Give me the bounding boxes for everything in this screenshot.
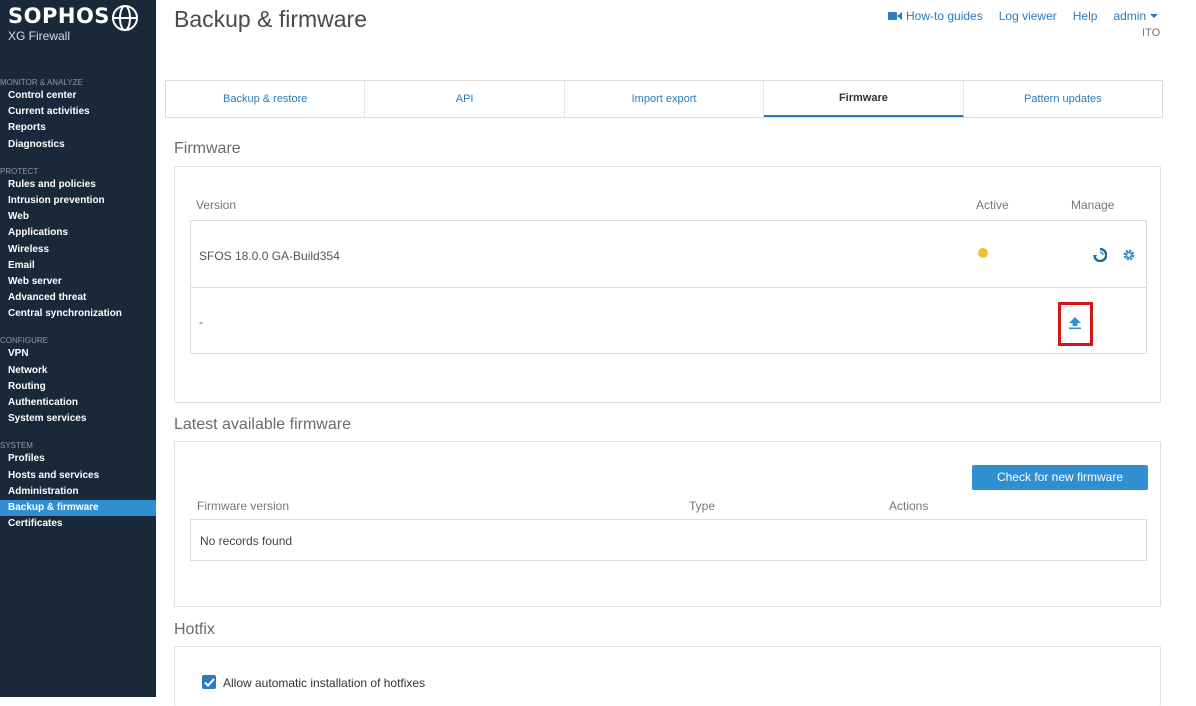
sidebar-item-advanced-threat[interactable]: Advanced threat: [0, 290, 156, 306]
sidebar-item-profiles[interactable]: Profiles: [0, 451, 156, 467]
hotfix-card: Allow automatic installation of hotfixes: [174, 646, 1161, 706]
firmware-table: SFOS 18.0.0 GA-Build354 -: [190, 220, 1147, 354]
col-manage: Manage: [1071, 198, 1115, 212]
tab-api[interactable]: API: [365, 81, 565, 117]
col-firmware-version: Firmware version: [197, 499, 290, 513]
col-actions: Actions: [889, 499, 929, 513]
sidebar-item-network[interactable]: Network: [0, 363, 156, 379]
latest-firmware-section-title: Latest available firmware: [174, 416, 351, 433]
upload-firmware-button[interactable]: [1066, 313, 1084, 333]
checkmark-icon: [203, 677, 215, 687]
sidebar-item-intrusion-prevention[interactable]: Intrusion prevention: [0, 193, 156, 209]
sidebar-item-central-synchronization[interactable]: Central synchronization: [0, 306, 156, 322]
firmware-settings-button[interactable]: [1120, 246, 1138, 264]
check-new-firmware-button[interactable]: Check for new firmware: [972, 465, 1148, 490]
nav-section-monitor: MONITOR & ANALYZE: [0, 78, 83, 87]
sidebar-item-rules-and-policies[interactable]: Rules and policies: [0, 177, 156, 193]
col-active: Active: [976, 198, 1009, 212]
sidebar-item-control-center[interactable]: Control center: [0, 88, 156, 104]
product-name: XG Firewall: [8, 29, 71, 43]
sidebar-item-system-services[interactable]: System services: [0, 411, 156, 427]
tab-firmware[interactable]: Firmware: [764, 81, 964, 117]
col-type: Type: [689, 499, 716, 513]
sidebar-item-web[interactable]: Web: [0, 209, 156, 225]
col-version: Version: [196, 198, 237, 212]
sidebar-item-email[interactable]: Email: [0, 258, 156, 274]
user-device-label: ITO: [1142, 27, 1161, 39]
sidebar-item-backup-firmware[interactable]: Backup & firmware: [0, 499, 156, 517]
sidebar: SOPHOS XG Firewall MONITOR & ANALYZE Con…: [0, 0, 156, 697]
sidebar-item-authentication[interactable]: Authentication: [0, 395, 156, 411]
globe-icon: [112, 5, 138, 31]
sidebar-item-hosts-and-services[interactable]: Hosts and services: [0, 468, 156, 484]
brand-name: SOPHOS: [8, 4, 110, 28]
empty-records-message: No records found: [200, 534, 293, 548]
reboot-firmware-button[interactable]: [1091, 246, 1109, 264]
auto-hotfix-label: Allow automatic installation of hotfixes: [223, 676, 426, 690]
gear-icon: [1123, 249, 1135, 261]
sidebar-item-web-server[interactable]: Web server: [0, 274, 156, 290]
table-row: SFOS 18.0.0 GA-Build354: [191, 221, 1146, 288]
tab-backup-restore[interactable]: Backup & restore: [166, 81, 366, 117]
logo: SOPHOS XG Firewall: [8, 4, 110, 43]
user-menu[interactable]: admin: [1113, 9, 1159, 23]
sidebar-nav: MONITOR & ANALYZE Control center Current…: [0, 78, 156, 532]
table-row: -: [191, 288, 1146, 354]
page-title: Backup & firmware: [174, 6, 368, 32]
firmware-version-cell: SFOS 18.0.0 GA-Build354: [199, 249, 340, 263]
log-viewer-link[interactable]: Log viewer: [999, 9, 1057, 23]
upload-icon: [1069, 317, 1081, 330]
nav-section-protect: PROTECT: [0, 166, 39, 176]
howto-guides-link[interactable]: How-to guides: [888, 9, 983, 23]
hotfix-section-title: Hotfix: [174, 621, 215, 638]
firmware-section-title: Firmware: [174, 140, 241, 157]
firmware-card: Version Active Manage SFOS 18.0.0 GA-Bui…: [174, 166, 1161, 403]
reboot-icon: [1093, 248, 1107, 262]
sidebar-item-reports[interactable]: Reports: [0, 120, 156, 136]
sidebar-item-vpn[interactable]: VPN: [0, 346, 156, 362]
sidebar-item-current-activities[interactable]: Current activities: [0, 104, 156, 120]
auto-hotfix-checkbox[interactable]: [202, 675, 216, 689]
sidebar-item-certificates[interactable]: Certificates: [0, 516, 156, 532]
sidebar-item-wireless[interactable]: Wireless: [0, 242, 156, 258]
help-link[interactable]: Help: [1073, 9, 1098, 23]
sidebar-item-diagnostics[interactable]: Diagnostics: [0, 137, 156, 153]
tab-import-export[interactable]: Import export: [565, 81, 765, 117]
sidebar-item-applications[interactable]: Applications: [0, 225, 156, 241]
top-links: How-to guides Log viewer Help admin: [888, 9, 1159, 23]
caret-down-icon: [1150, 14, 1159, 18]
tab-pattern-updates[interactable]: Pattern updates: [964, 81, 1162, 117]
active-indicator: [978, 248, 988, 258]
firmware-version-cell: -: [199, 315, 203, 329]
video-camera-icon: [888, 12, 902, 20]
user-name: admin: [1113, 9, 1147, 23]
sidebar-item-routing[interactable]: Routing: [0, 379, 156, 395]
sidebar-item-administration[interactable]: Administration: [0, 484, 156, 500]
howto-guides-label: How-to guides: [906, 9, 983, 23]
latest-firmware-card: Check for new firmware Firmware version …: [174, 441, 1161, 607]
tab-bar: Backup & restore API Import export Firmw…: [165, 80, 1163, 118]
latest-firmware-table: No records found: [190, 519, 1147, 561]
nav-section-system: SYSTEM: [0, 441, 33, 451]
nav-section-configure: CONFIGURE: [0, 336, 48, 346]
